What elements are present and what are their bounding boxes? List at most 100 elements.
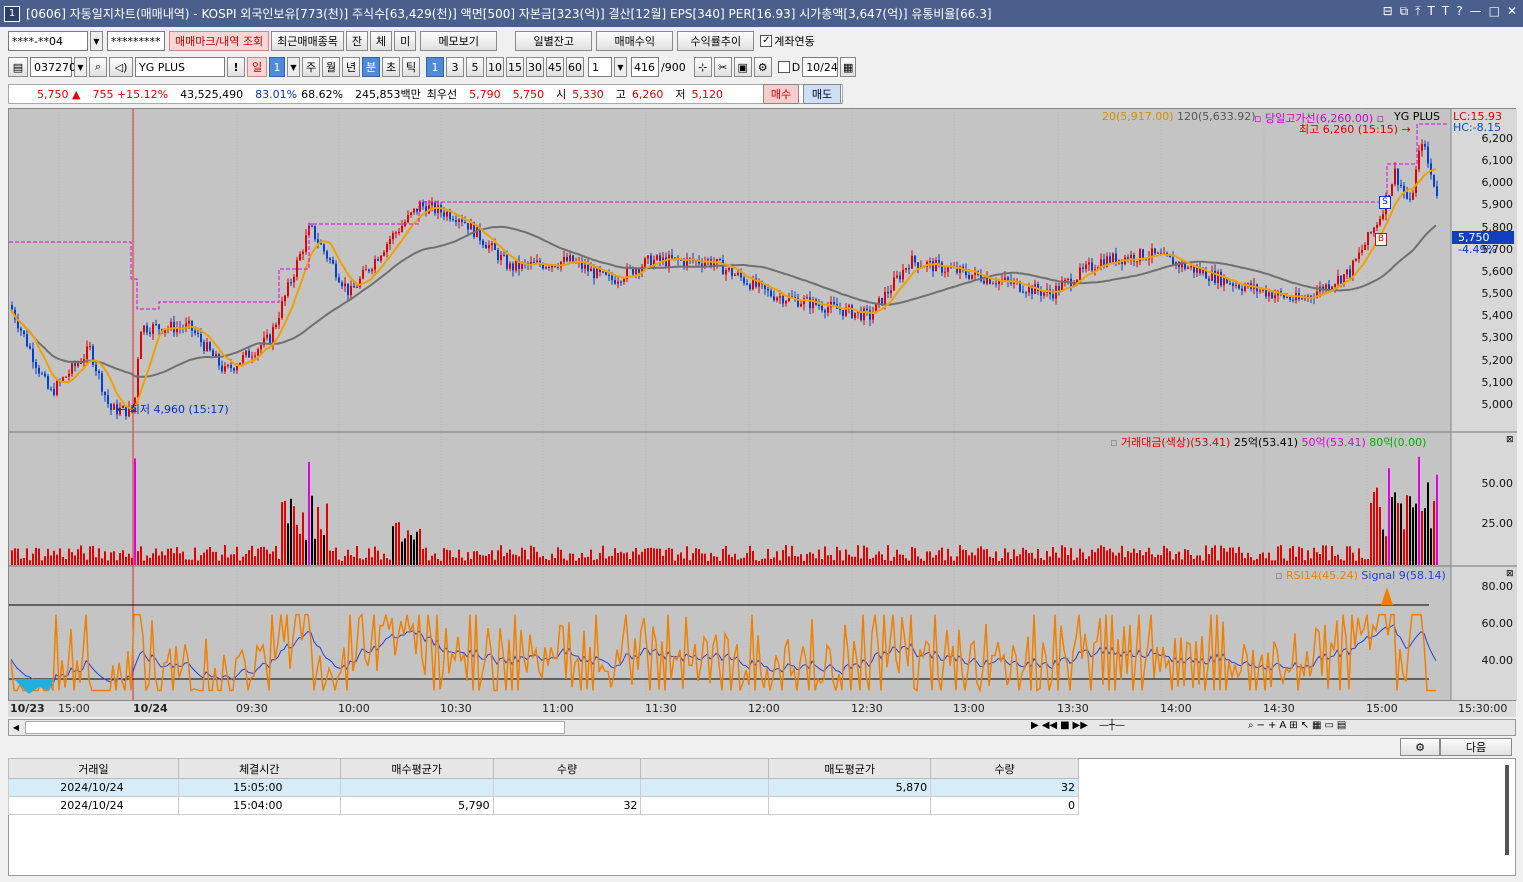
text-icon[interactable]: T [1442,4,1449,19]
scroll-thumb[interactable] [25,721,565,734]
volume-bar [362,559,364,565]
candle [374,259,376,270]
rewind-icon[interactable]: ◀◀ [1042,720,1057,731]
volume-bar [602,545,604,565]
memo-button[interactable]: 메모보기 [420,31,498,51]
candle [452,219,454,221]
minus-icon[interactable]: − [1257,720,1265,731]
forward-icon[interactable]: ▶▶ [1073,720,1088,731]
chart-area[interactable]: 20(5,917.00) 120(5,633.92) ▫ 당일고가선(6,260… [8,108,1517,717]
font-icon[interactable]: T [1428,4,1435,19]
period-year[interactable]: 년 [342,57,360,77]
executed-button[interactable]: 체 [370,31,393,51]
save-icon[interactable]: ▣ [733,57,752,77]
candle [545,266,547,269]
account-link-checkbox[interactable]: ✓ 계좌연동 [760,33,815,49]
interval-3[interactable]: 3 [446,57,464,77]
low-price: 5,120 [691,87,724,101]
period-day-count[interactable]: 1 [269,57,285,77]
period-second[interactable]: 초 [382,57,400,77]
close-icon[interactable]: ✕ [1507,4,1517,19]
stock-list-icon[interactable]: ▤ [8,57,28,77]
title-bar: 1 [0606] 자동일지차트(매매내역) - KOSPI 외국인보유[773(… [0,0,1523,27]
sell-button[interactable]: 매도 [803,84,841,104]
minimize-icon[interactable]: — [1470,4,1482,19]
close-icon[interactable]: ⊠ [1506,435,1514,445]
return-trend-button[interactable]: 수익률추이 [677,31,755,51]
close-icon[interactable]: ⊠ [1506,569,1514,579]
interval-input[interactable]: 1 [588,57,612,77]
pin-icon[interactable]: ⤒ [1415,4,1420,19]
date-input[interactable]: 10/24 [802,57,839,77]
search-icon[interactable]: ⌕ [89,57,107,77]
crosshair-icon[interactable]: ⊹ [693,57,712,77]
candle [1187,267,1189,269]
password-input[interactable]: ********* [107,31,165,51]
chevron-down-icon[interactable]: ▼ [614,57,627,77]
period-month[interactable]: 월 [322,57,340,77]
chevron-down-icon[interactable]: ▼ [90,31,103,51]
gear-icon[interactable]: ⚙ [753,57,772,77]
balance-button[interactable]: 잔 [345,31,369,51]
trade-profit-button[interactable]: 매매수익 [596,31,674,51]
cut-icon[interactable]: ✂ [713,57,732,77]
period-minute[interactable]: 분 [362,57,380,77]
panel-icon[interactable]: ▭ [1324,720,1333,731]
buy-button[interactable]: 매수 [763,84,799,104]
cascade-icon[interactable]: ⧉ [1400,4,1409,19]
text-tool-icon[interactable]: A [1279,720,1286,731]
period-week[interactable]: 주 [302,57,320,77]
unexecuted-button[interactable]: 미 [394,31,417,51]
volume-bar [971,552,973,565]
volume-bar [32,553,34,565]
stop-icon[interactable]: ■ [1060,720,1069,731]
recent-trades-button[interactable]: 최근매매종목 [271,31,344,51]
grid-icon[interactable]: ⊞ [1289,720,1297,731]
table-icon[interactable]: ▦ [1312,720,1321,731]
interval-45[interactable]: 45 [546,57,564,77]
alert-button[interactable]: ! [227,57,245,77]
account-input[interactable]: ****-**04 [8,31,88,51]
interval-15[interactable]: 15 [506,57,524,77]
chevron-down-icon[interactable]: ▼ [74,57,87,77]
d-checkbox[interactable] [777,61,790,73]
table-row[interactable]: 2024/10/24 15:04:00 5,790 32 0 [8,796,1079,815]
buy-marker[interactable]: B [1375,233,1387,246]
period-tick[interactable]: 틱 [402,57,420,77]
zoom-out-icon[interactable]: ⌕ [1248,720,1254,731]
table-row[interactable]: 2024/10/24 15:05:00 5,870 32 [8,778,1079,797]
next-button[interactable]: 다음 [1440,738,1512,756]
volume-bar [524,549,526,565]
maximize-icon[interactable]: □ [1489,4,1500,19]
scroll-left-icon[interactable]: ◀ [9,720,23,735]
chart-scrollbar[interactable]: ◀ ▶ ◀◀ ■ ▶▶ —┼— ⌕ − + A ⊞ ↖ ▦ ▭ ▤ [8,719,1516,736]
grid-scrollbar[interactable] [1505,765,1509,855]
calendar-icon[interactable]: ▦ [840,57,857,77]
help-icon[interactable]: ? [1456,4,1462,19]
candle [26,334,28,347]
cursor-icon[interactable]: ↖ [1301,720,1309,731]
play-icon[interactable]: ▶ [1031,720,1039,731]
plus-icon[interactable]: + [1268,720,1276,731]
trade-mark-button[interactable]: 매매마크/내역 조회 [169,31,270,51]
settings-icon[interactable]: ⚙ [1400,738,1440,756]
interval-30[interactable]: 30 [526,57,544,77]
range-input[interactable]: 416 [631,57,659,77]
sell-marker[interactable]: S [1379,196,1391,209]
interval-1[interactable]: 1 [426,57,444,77]
stock-name-field[interactable]: YG PLUS [135,57,225,77]
period-day[interactable]: 일 [247,57,267,77]
split-icon[interactable]: ▤ [1337,720,1346,731]
interval-10[interactable]: 10 [486,57,504,77]
speaker-icon[interactable]: ◁) [109,57,133,77]
chevron-down-icon[interactable]: ▼ [287,57,300,77]
candle [1085,264,1087,269]
code-input[interactable]: 037270 [30,57,76,77]
zoom-slider-icon[interactable]: —┼— [1099,720,1125,731]
interval-5[interactable]: 5 [466,57,484,77]
interval-60[interactable]: 60 [566,57,584,77]
daily-balance-button[interactable]: 일별잔고 [515,31,593,51]
chart-canvas[interactable] [9,109,1517,717]
volume-bar [68,548,70,565]
layout-icon[interactable]: ⊟ [1383,4,1393,19]
